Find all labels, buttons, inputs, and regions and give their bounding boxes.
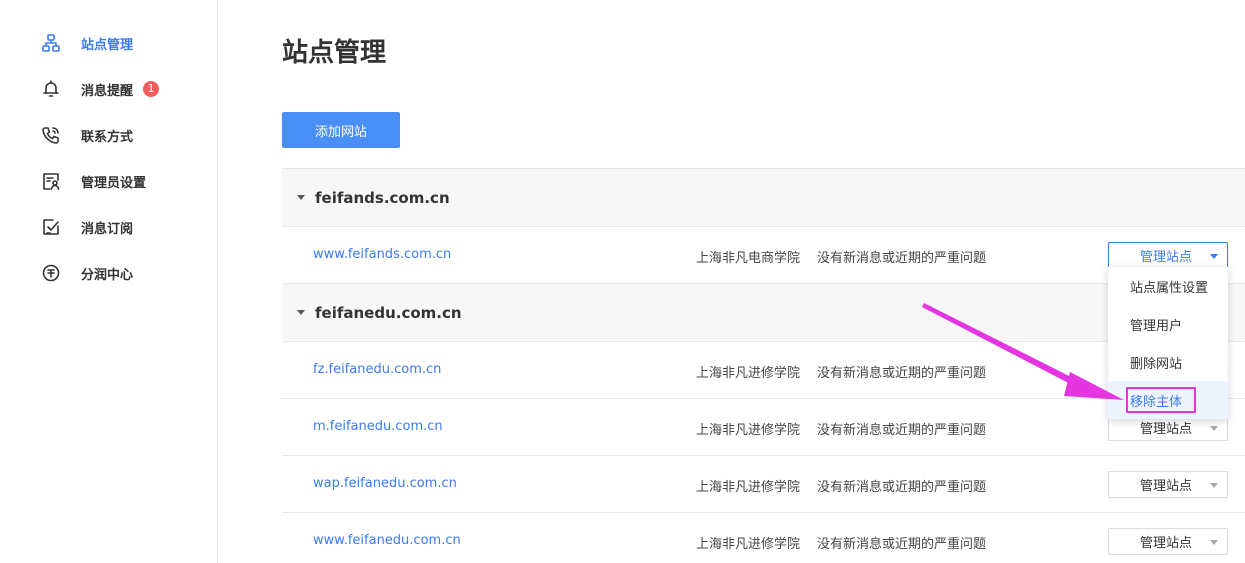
chevron-down-icon [1210, 254, 1218, 259]
manage-site-menu: 站点属性设置 管理用户 删除网站 移除主体 [1108, 267, 1228, 419]
sidebar-item-label: 管理员设置 [81, 175, 147, 191]
site-domain-link[interactable]: wap.feifanedu.com.cn [313, 476, 457, 491]
chevron-down-icon [1210, 483, 1218, 488]
sidebar-item-notifications[interactable]: 消息提醒 1 [40, 77, 160, 101]
site-domain-link[interactable]: www.feifands.com.cn [313, 247, 451, 262]
admin-icon [40, 170, 62, 192]
manage-site-dropdown[interactable]: 管理站点 [1108, 471, 1228, 498]
group-title: feifanedu.com.cn [315, 303, 462, 322]
bell-icon [40, 78, 62, 100]
caret-down-icon [297, 195, 305, 200]
site-org: 上海非凡进修学院 [696, 537, 801, 552]
sidebar: 站点管理 消息提醒 1 联系方式 管理员设置 消息订阅 分润中心 [0, 0, 218, 563]
subscribe-icon [40, 216, 62, 238]
manage-site-label: 管理站点 [1140, 422, 1193, 437]
group-title: feifands.com.cn [315, 188, 450, 207]
table-row: m.feifanedu.com.cn 上海非凡进修学院 没有新消息或近期的严重问… [282, 399, 1245, 456]
notification-badge: 1 [143, 81, 160, 97]
group-header[interactable]: feifanedu.com.cn [282, 284, 1245, 341]
site-org: 上海非凡进修学院 [696, 366, 801, 381]
group-header[interactable]: feifands.com.cn [282, 169, 1245, 226]
site-status: 没有新消息或近期的严重问题 [817, 537, 987, 552]
sidebar-item-subscription[interactable]: 消息订阅 [40, 215, 133, 239]
site-status: 没有新消息或近期的严重问题 [817, 423, 987, 438]
revenue-icon [40, 262, 62, 284]
site-domain-link[interactable]: fz.feifanedu.com.cn [313, 362, 441, 377]
page-title: 站点管理 [282, 38, 387, 68]
table-row: www.feifands.com.cn 上海非凡电商学院 没有新消息或近期的严重… [282, 227, 1245, 284]
table-row: www.feifanedu.com.cn 上海非凡进修学院 没有新消息或近期的严… [282, 513, 1245, 563]
table-row: wap.feifanedu.com.cn 上海非凡进修学院 没有新消息或近期的严… [282, 456, 1245, 513]
sidebar-item-admin-settings[interactable]: 管理员设置 [40, 169, 146, 193]
caret-down-icon [297, 310, 305, 315]
sidebar-item-site-management[interactable]: 站点管理 [40, 31, 133, 55]
sidebar-item-label: 站点管理 [81, 37, 134, 53]
site-org: 上海非凡电商学院 [696, 251, 801, 266]
site-status: 没有新消息或近期的严重问题 [817, 480, 987, 495]
site-domain-link[interactable]: m.feifanedu.com.cn [313, 419, 443, 434]
sidebar-item-contact[interactable]: 联系方式 [40, 123, 133, 147]
manage-site-label: 管理站点 [1140, 536, 1193, 551]
highlight-box [1126, 387, 1196, 413]
site-org: 上海非凡进修学院 [696, 480, 801, 495]
sidebar-item-label: 联系方式 [81, 129, 134, 145]
site-status: 没有新消息或近期的严重问题 [817, 251, 987, 266]
sidebar-item-revenue[interactable]: 分润中心 [40, 261, 133, 285]
manage-site-label: 管理站点 [1140, 479, 1193, 494]
add-site-button[interactable]: 添加网站 [282, 112, 400, 148]
menu-item-manage-users[interactable]: 管理用户 [1108, 305, 1228, 343]
table-row: fz.feifanedu.com.cn 上海非凡进修学院 没有新消息或近期的严重… [282, 342, 1245, 399]
sidebar-item-label: 消息订阅 [81, 221, 134, 237]
sidebar-item-label: 消息提醒 [81, 83, 134, 99]
phone-icon [40, 124, 62, 146]
site-status: 没有新消息或近期的严重问题 [817, 366, 987, 381]
site-org: 上海非凡进修学院 [696, 423, 801, 438]
sitemap-icon [40, 32, 62, 54]
app-window: 站点管理 消息提醒 1 联系方式 管理员设置 消息订阅 分润中心 站点管理 添加… [0, 0, 1245, 563]
menu-item-delete-site[interactable]: 删除网站 [1108, 343, 1228, 381]
sidebar-item-label: 分润中心 [81, 267, 134, 283]
menu-item-site-properties[interactable]: 站点属性设置 [1108, 267, 1228, 305]
chevron-down-icon [1210, 426, 1218, 431]
menu-item-remove-entity[interactable]: 移除主体 [1108, 381, 1228, 419]
chevron-down-icon [1210, 540, 1218, 545]
manage-site-dropdown[interactable]: 管理站点 [1108, 242, 1228, 269]
manage-site-label: 管理站点 [1140, 250, 1193, 265]
manage-site-dropdown[interactable]: 管理站点 [1108, 528, 1228, 555]
site-domain-link[interactable]: www.feifanedu.com.cn [313, 533, 461, 548]
